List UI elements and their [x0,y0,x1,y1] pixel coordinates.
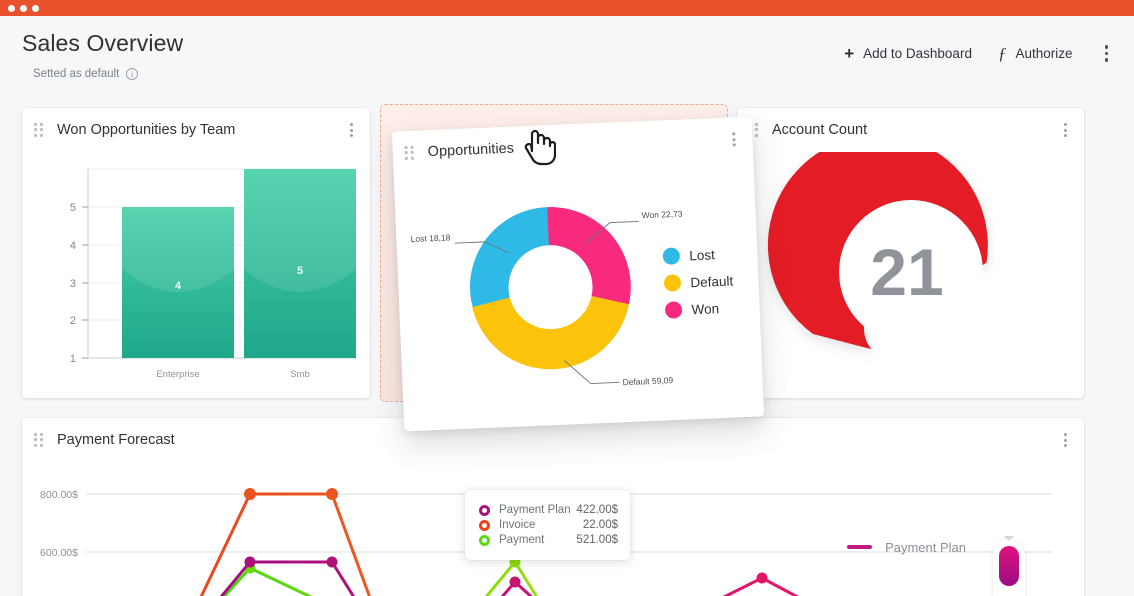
gauge-svg: 21 [767,135,988,350]
svg-text:4: 4 [70,240,76,252]
card-account-count[interactable]: Account Count 21 [737,108,1084,398]
card-won-opportunities[interactable]: Won Opportunities by Team 4 5 5 4 3 2 1 … [22,108,370,398]
payment-plan-swatch[interactable] [999,546,1019,586]
svg-text:600.00$: 600.00$ [40,547,78,559]
legend-label: Payment Plan [885,539,966,555]
y-tick-labels: 5 4 3 2 1 [70,202,76,365]
line-chart: 800.00$ 600.00$ 400.00$ [22,462,1084,596]
legend-item-invoice[interactable]: Invoice [847,576,966,596]
dashboard-page: Sales Overview Setted as default i + Add… [0,16,1134,596]
payment-plan-ring-icon [479,504,490,516]
card-payment-forecast[interactable]: Payment Forecast 800.00$ 600.00$ Payment… [22,418,1084,596]
info-circle-icon[interactable]: i [126,68,139,80]
y-ticks [82,206,88,359]
gauge-chart: 21 [737,135,1084,392]
legend-dot-lost [662,247,680,265]
x-tick-labels: Enterprise Smb [156,369,309,380]
bar-value-enterprise: 4 [175,280,182,292]
color-swatch-rail[interactable] [993,536,1025,596]
window-dot-minimize[interactable] [20,4,27,12]
legend-label-default: Default [690,274,734,291]
kebab-menu-icon[interactable] [1061,119,1070,141]
legend-swatch [847,545,873,549]
svg-text:1: 1 [70,353,76,365]
y-tick-labels: 800.00$ 600.00$ 400.00$ [40,489,78,559]
svg-text:3: 3 [70,278,76,290]
tooltip-series-value: 22.00$ [582,519,618,531]
tooltip-series-name: Payment Plan [499,504,571,516]
tooltip-series-value: 521.00$ [576,534,618,546]
drag-handle-icon[interactable] [34,122,45,138]
bar-value-smb: 5 [297,265,303,277]
tooltip-series-name: Payment [499,534,545,546]
donut-svg: Won 22,73 Lost 18,18 Default 59,09 Lost … [410,207,734,387]
svg-text:Enterprise: Enterprise [156,369,199,380]
tooltip-row: Payment 521.00$ [479,534,618,546]
callout-lost: Lost 18,18 [410,232,450,244]
default-status-label: Setted as default [33,68,120,80]
tooltip-row: Payment Plan 422.00$ [479,504,618,516]
card-header: Account Count [737,108,1084,152]
kebab-menu-icon[interactable] [1061,429,1070,451]
donut-base [470,207,631,369]
card-title: Won Opportunities by Team [57,122,236,138]
tooltip-series-name: Invoice [499,519,536,531]
window-dot-maximize[interactable] [32,4,39,12]
tooltip-series-value: 422.00$ [576,504,618,516]
card-title: Account Count [772,122,868,138]
header-actions: + Add to Dashboard ƒ Authorize [844,42,1114,65]
tooltip-row: Invoice 22.00$ [479,519,618,531]
plus-icon: + [844,43,855,63]
chevron-up-icon[interactable] [1004,536,1014,541]
gauge-value: 21 [870,235,943,309]
card-title: Payment Forecast [57,432,175,448]
page-header: Sales Overview Setted as default i + Add… [0,16,1134,94]
bar-chart-svg: 4 5 5 4 3 2 1 Enterprise Smb [70,168,356,380]
kebab-menu-icon[interactable] [347,119,356,141]
donut-chart: Won 22,73 Lost 18,18 Default 59,09 Lost … [394,161,764,426]
svg-text:Smb: Smb [290,369,310,380]
window-dot-close[interactable] [8,4,15,12]
page-overflow-menu-icon[interactable] [1099,42,1115,65]
legend-item-payment-plan[interactable]: Payment Plan [847,518,966,576]
drag-handle-icon[interactable] [34,432,45,448]
add-to-dashboard-label: Add to Dashboard [863,45,972,61]
series-payment-plan[interactable] [172,560,822,596]
legend-label-lost: Lost [689,247,715,263]
callout-won: Won 22,73 [641,209,683,221]
donut-legend: Lost Default Won [662,247,734,319]
chart-tooltip: Payment Plan 422.00$ Invoice 22.00$ Paym… [465,490,630,560]
card-title: Opportunities [427,140,515,161]
callout-default: Default 59,09 [622,375,673,387]
window-titlebar [0,0,1134,16]
chart-legend: Payment Plan Invoice [847,518,966,596]
invoice-ring-icon [479,519,490,531]
kebab-menu-icon[interactable] [729,128,739,150]
svg-text:5: 5 [70,202,76,214]
legend-label-won: Won [691,301,719,317]
bar-chart: 4 5 5 4 3 2 1 Enterprise Smb [22,152,370,390]
authorize-button[interactable]: ƒ Authorize [998,45,1073,62]
payment-ring-icon [479,534,490,546]
svg-text:2: 2 [70,315,76,327]
function-f-icon: ƒ [997,43,1007,63]
add-to-dashboard-button[interactable]: + Add to Dashboard [844,45,972,62]
legend-dot-won [665,301,683,319]
legend-dot-default [663,274,681,292]
authorize-label: Authorize [1015,45,1073,61]
default-status: Setted as default i [33,68,1112,80]
card-header: Won Opportunities by Team [22,108,370,152]
drag-handle-icon[interactable] [404,145,416,160]
card-opportunities[interactable]: Opportunities Won 22,73 Lost 18,18 Defau… [391,116,765,432]
svg-text:800.00$: 800.00$ [40,489,78,501]
